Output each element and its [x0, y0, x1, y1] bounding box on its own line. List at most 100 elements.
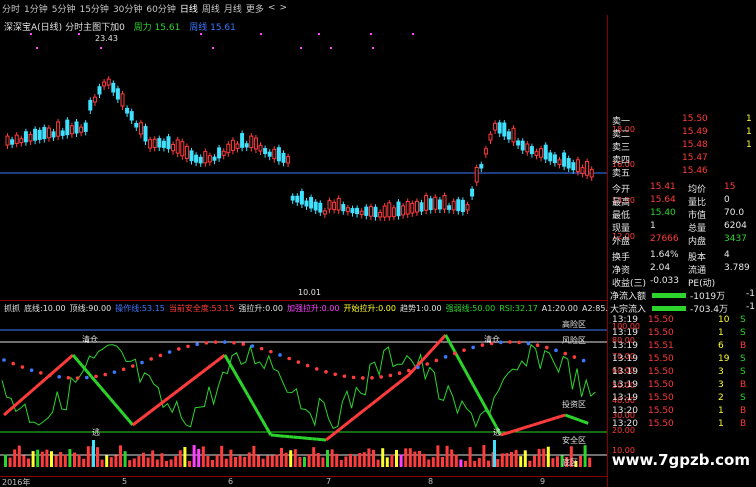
candle-body	[295, 195, 300, 203]
operation-dot	[57, 374, 61, 379]
signal-bar	[27, 458, 30, 467]
safety-segment	[514, 427, 520, 433]
safety-segment	[462, 367, 470, 378]
safety-segment	[578, 418, 585, 424]
candle-body	[171, 143, 176, 152]
safety-segment	[94, 380, 102, 389]
tick-volume: 1	[718, 328, 724, 338]
stat-value: 1.64%	[650, 250, 679, 260]
signal-escape1: 逃	[92, 427, 100, 437]
tab-5min[interactable]: 5分钟	[52, 2, 76, 15]
sub-indicator-chart[interactable]: 清仓 清仓 逃 逃 高险区 风险区 投资区 安全区 底区	[0, 315, 607, 475]
signal-bar	[151, 450, 155, 467]
candle-body	[571, 162, 576, 171]
signal-bar	[188, 460, 191, 467]
signal-bar	[418, 450, 421, 467]
signal-bar	[206, 456, 210, 467]
tick-price: 15.51	[648, 341, 674, 351]
signal-bar	[211, 459, 214, 467]
safety-segment	[260, 418, 268, 428]
operation-dot	[370, 376, 374, 380]
operation-dot	[39, 371, 43, 375]
candle-body	[543, 144, 548, 160]
operation-dot	[563, 351, 567, 356]
stat-label: 流通	[688, 266, 707, 276]
tick-time: 13:19	[612, 393, 638, 403]
operation-dot	[112, 370, 117, 374]
tab-fenshi[interactable]: 分时	[2, 2, 20, 15]
candle-body	[129, 111, 134, 121]
safety-segment	[223, 354, 231, 364]
tick-volume: 10	[718, 315, 730, 325]
flow-bar	[652, 306, 686, 311]
tab-30min[interactable]: 30分钟	[113, 2, 142, 15]
zone-risk: 风险区	[562, 335, 586, 345]
tab-1min[interactable]: 1分钟	[24, 2, 48, 15]
safety-segment	[325, 435, 332, 442]
candle-body	[322, 210, 327, 215]
stat-label: 最高	[612, 198, 631, 208]
legend-item-9: 强弱线:50.00	[445, 304, 496, 313]
signal-bar	[385, 457, 389, 467]
signal-bar	[169, 459, 173, 467]
safety-segment	[537, 420, 543, 426]
tab-more[interactable]: 更多	[246, 2, 264, 15]
operation-dot	[508, 340, 512, 344]
candle-body	[341, 204, 346, 212]
candle-body	[378, 211, 383, 218]
magenta-marker	[330, 47, 332, 49]
candle-body	[267, 151, 272, 157]
signal-bar	[551, 458, 555, 467]
candle-body	[309, 197, 314, 209]
safety-segment	[21, 393, 28, 401]
stat-label: 现量	[612, 224, 631, 234]
operation-dot	[250, 344, 255, 348]
tab-weekly[interactable]: 周线	[202, 2, 220, 15]
signal-bar	[316, 453, 320, 467]
signal-bar	[165, 460, 168, 467]
operation-dot	[397, 371, 402, 376]
candle-body	[217, 147, 222, 159]
stat-value: 15	[724, 182, 736, 192]
signal-bar	[105, 455, 109, 467]
stat-value: 4	[724, 250, 730, 260]
arrow-left-icon[interactable]: <	[268, 3, 276, 13]
stat-label: 均价	[688, 185, 707, 195]
quote-panel: 卖一 15.50 1 卖二 15.49 1 卖三 15.48 1 卖四 15.47 卖五 15.46 今开…	[608, 110, 756, 487]
tab-60min[interactable]: 60分钟	[146, 2, 175, 15]
safety-segment	[187, 378, 194, 385]
candle-body	[470, 188, 475, 197]
magenta-marker	[200, 33, 202, 35]
main-candlestick-chart[interactable]: 23.43 10.01	[0, 15, 607, 300]
safety-segment	[361, 406, 369, 413]
legend-item-2: 顶线:90.00	[69, 304, 112, 313]
candle-body	[506, 131, 511, 140]
sub-chart-legend: 抓抓 底线:10.00 顶线:90.00 操作线:53.15 当前安全度:53.15 强拉…	[4, 303, 608, 314]
tick-time: 13:19	[612, 328, 638, 338]
tick-side: S	[740, 315, 746, 325]
arrow-right-icon[interactable]: >	[279, 3, 287, 13]
signal-bar	[146, 457, 150, 467]
signal-bar	[533, 455, 536, 467]
tab-15min[interactable]: 15分钟	[79, 2, 108, 15]
tab-monthly[interactable]: 月线	[224, 2, 242, 15]
operation-dot	[535, 343, 540, 347]
magenta-marker	[30, 33, 32, 35]
sell-price: 15.49	[682, 127, 708, 137]
candle-body	[230, 139, 235, 151]
signal-bar	[349, 453, 352, 467]
candle-body	[143, 126, 148, 142]
tab-daily[interactable]: 日线	[180, 2, 198, 15]
flow-bar	[652, 293, 686, 298]
safety-segment	[389, 384, 396, 391]
operation-dot	[554, 348, 558, 353]
safety-segment	[255, 410, 263, 420]
candle-body	[433, 196, 438, 210]
safety-segment	[467, 375, 475, 386]
safety-segment	[200, 367, 208, 374]
signal-bar	[155, 459, 159, 467]
magenta-marker	[260, 33, 262, 35]
stat-value: 3.789	[724, 263, 750, 273]
candle-body	[424, 195, 429, 211]
operation-dot	[443, 355, 448, 359]
